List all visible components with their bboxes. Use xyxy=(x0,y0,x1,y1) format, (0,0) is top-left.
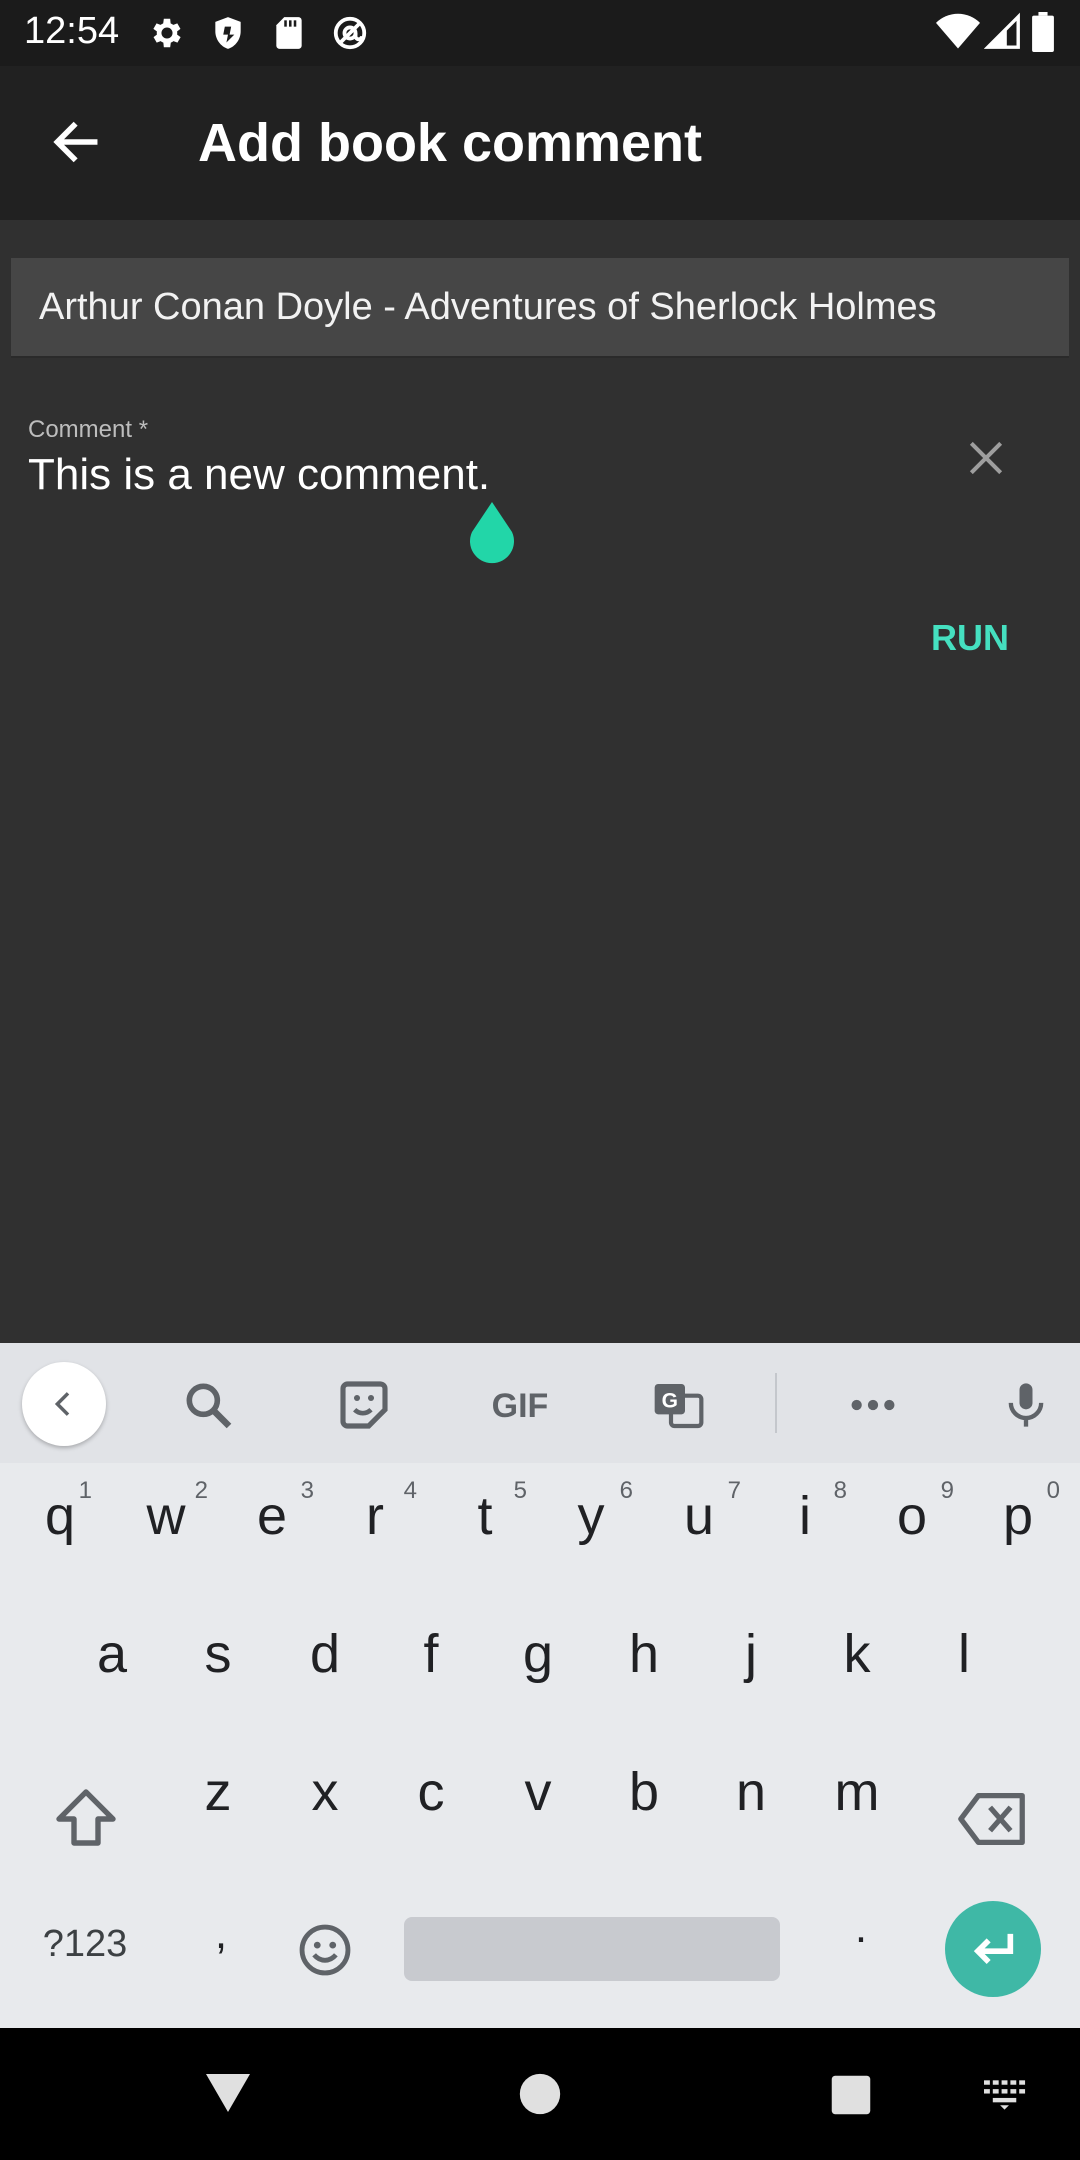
screen: 12:54 Add book comment Arthur Conan Doyl… xyxy=(0,0,1080,2160)
key-w[interactable]: w2 xyxy=(126,1477,209,1575)
key-x[interactable]: x xyxy=(285,1761,365,1851)
key-k[interactable]: k xyxy=(817,1623,897,1713)
battery-icon xyxy=(1032,12,1054,52)
svg-text:G: G xyxy=(662,1389,678,1412)
sd-card-icon xyxy=(276,17,302,49)
key-v[interactable]: v xyxy=(498,1761,578,1851)
keyboard-switch-icon[interactable] xyxy=(984,2080,1028,2110)
comment-field-label: Comment * xyxy=(28,416,149,443)
navigation-bar xyxy=(0,2028,1080,2160)
key-y[interactable]: y6 xyxy=(551,1477,634,1575)
comment-field[interactable]: This is a new comment. xyxy=(28,450,928,500)
key-u[interactable]: u7 xyxy=(659,1477,741,1575)
key-b[interactable]: b xyxy=(604,1761,684,1851)
key-j[interactable]: j xyxy=(711,1623,791,1713)
recents-square-icon[interactable] xyxy=(830,2074,872,2116)
comma-key[interactable]: , xyxy=(196,1909,246,1979)
status-bar: 12:54 xyxy=(0,0,1080,66)
key-l[interactable]: l xyxy=(924,1623,1004,1713)
gif-label: GIF xyxy=(492,1387,549,1425)
key-r[interactable]: r4 xyxy=(335,1477,417,1575)
arrow-back-icon[interactable] xyxy=(48,114,104,170)
signal-icon xyxy=(984,12,1020,49)
key-t[interactable]: t5 xyxy=(445,1477,527,1575)
key-m[interactable]: m xyxy=(817,1761,897,1851)
page-title: Add book comment xyxy=(198,113,703,173)
book-field[interactable]: Arthur Conan Doyle - Adventures of Sherl… xyxy=(11,258,1069,358)
wifi-icon xyxy=(936,13,980,49)
translate-icon[interactable]: G xyxy=(650,1377,706,1433)
toolbar-divider xyxy=(775,1373,777,1433)
backspace-icon[interactable] xyxy=(955,1783,1031,1855)
key-d[interactable]: d xyxy=(285,1623,365,1713)
sticker-icon[interactable] xyxy=(336,1377,392,1433)
emoji-icon[interactable] xyxy=(296,1921,354,1979)
key-s[interactable]: s xyxy=(178,1623,258,1713)
app-bar: Add book comment xyxy=(0,66,1080,220)
mic-icon[interactable] xyxy=(1000,1377,1052,1433)
shield-icon xyxy=(215,17,241,49)
key-i[interactable]: i8 xyxy=(765,1477,847,1575)
enter-icon xyxy=(973,1933,1014,1964)
gear-icon xyxy=(153,18,181,48)
key-p[interactable]: p0 xyxy=(978,1477,1060,1575)
search-icon[interactable] xyxy=(180,1377,236,1433)
key-q[interactable]: q1 xyxy=(20,1477,100,1575)
more-icon[interactable] xyxy=(845,1377,901,1433)
space-key[interactable] xyxy=(404,1917,780,1981)
gif-icon[interactable]: GIF xyxy=(484,1377,556,1433)
enter-key[interactable] xyxy=(945,1901,1041,1997)
close-icon[interactable] xyxy=(964,436,1008,480)
key-e[interactable]: e3 xyxy=(232,1477,314,1575)
chevron-left-icon xyxy=(54,1392,70,1416)
key-c[interactable]: c xyxy=(391,1761,471,1851)
at-sign-icon xyxy=(333,16,367,50)
key-h[interactable]: h xyxy=(604,1623,684,1713)
key-o[interactable]: o9 xyxy=(872,1477,954,1575)
shift-icon[interactable] xyxy=(50,1783,122,1855)
key-z[interactable]: z xyxy=(178,1761,258,1851)
key-n[interactable]: n xyxy=(711,1761,791,1851)
keyboard-collapse-button[interactable] xyxy=(22,1362,106,1446)
key-g[interactable]: g xyxy=(498,1623,578,1713)
keyboard-toolbar: GIF G xyxy=(0,1343,1080,1463)
book-field-value: Arthur Conan Doyle - Adventures of Sherl… xyxy=(39,286,937,328)
status-time: 12:54 xyxy=(24,10,120,52)
run-button[interactable]: RUN xyxy=(920,610,1020,666)
key-f[interactable]: f xyxy=(391,1623,471,1713)
soft-keyboard: GIF G q1 w2 e3 r4 t5 y6 u7 i8 o9 p0 a s … xyxy=(0,1343,1080,2028)
key-a[interactable]: a xyxy=(72,1623,152,1713)
home-circle-icon[interactable] xyxy=(518,2072,562,2116)
period-key[interactable]: . xyxy=(836,1903,886,1973)
back-triangle-icon[interactable] xyxy=(204,2070,252,2114)
symbols-key[interactable]: ?123 xyxy=(30,1923,140,1979)
cursor-handle[interactable] xyxy=(460,500,524,576)
